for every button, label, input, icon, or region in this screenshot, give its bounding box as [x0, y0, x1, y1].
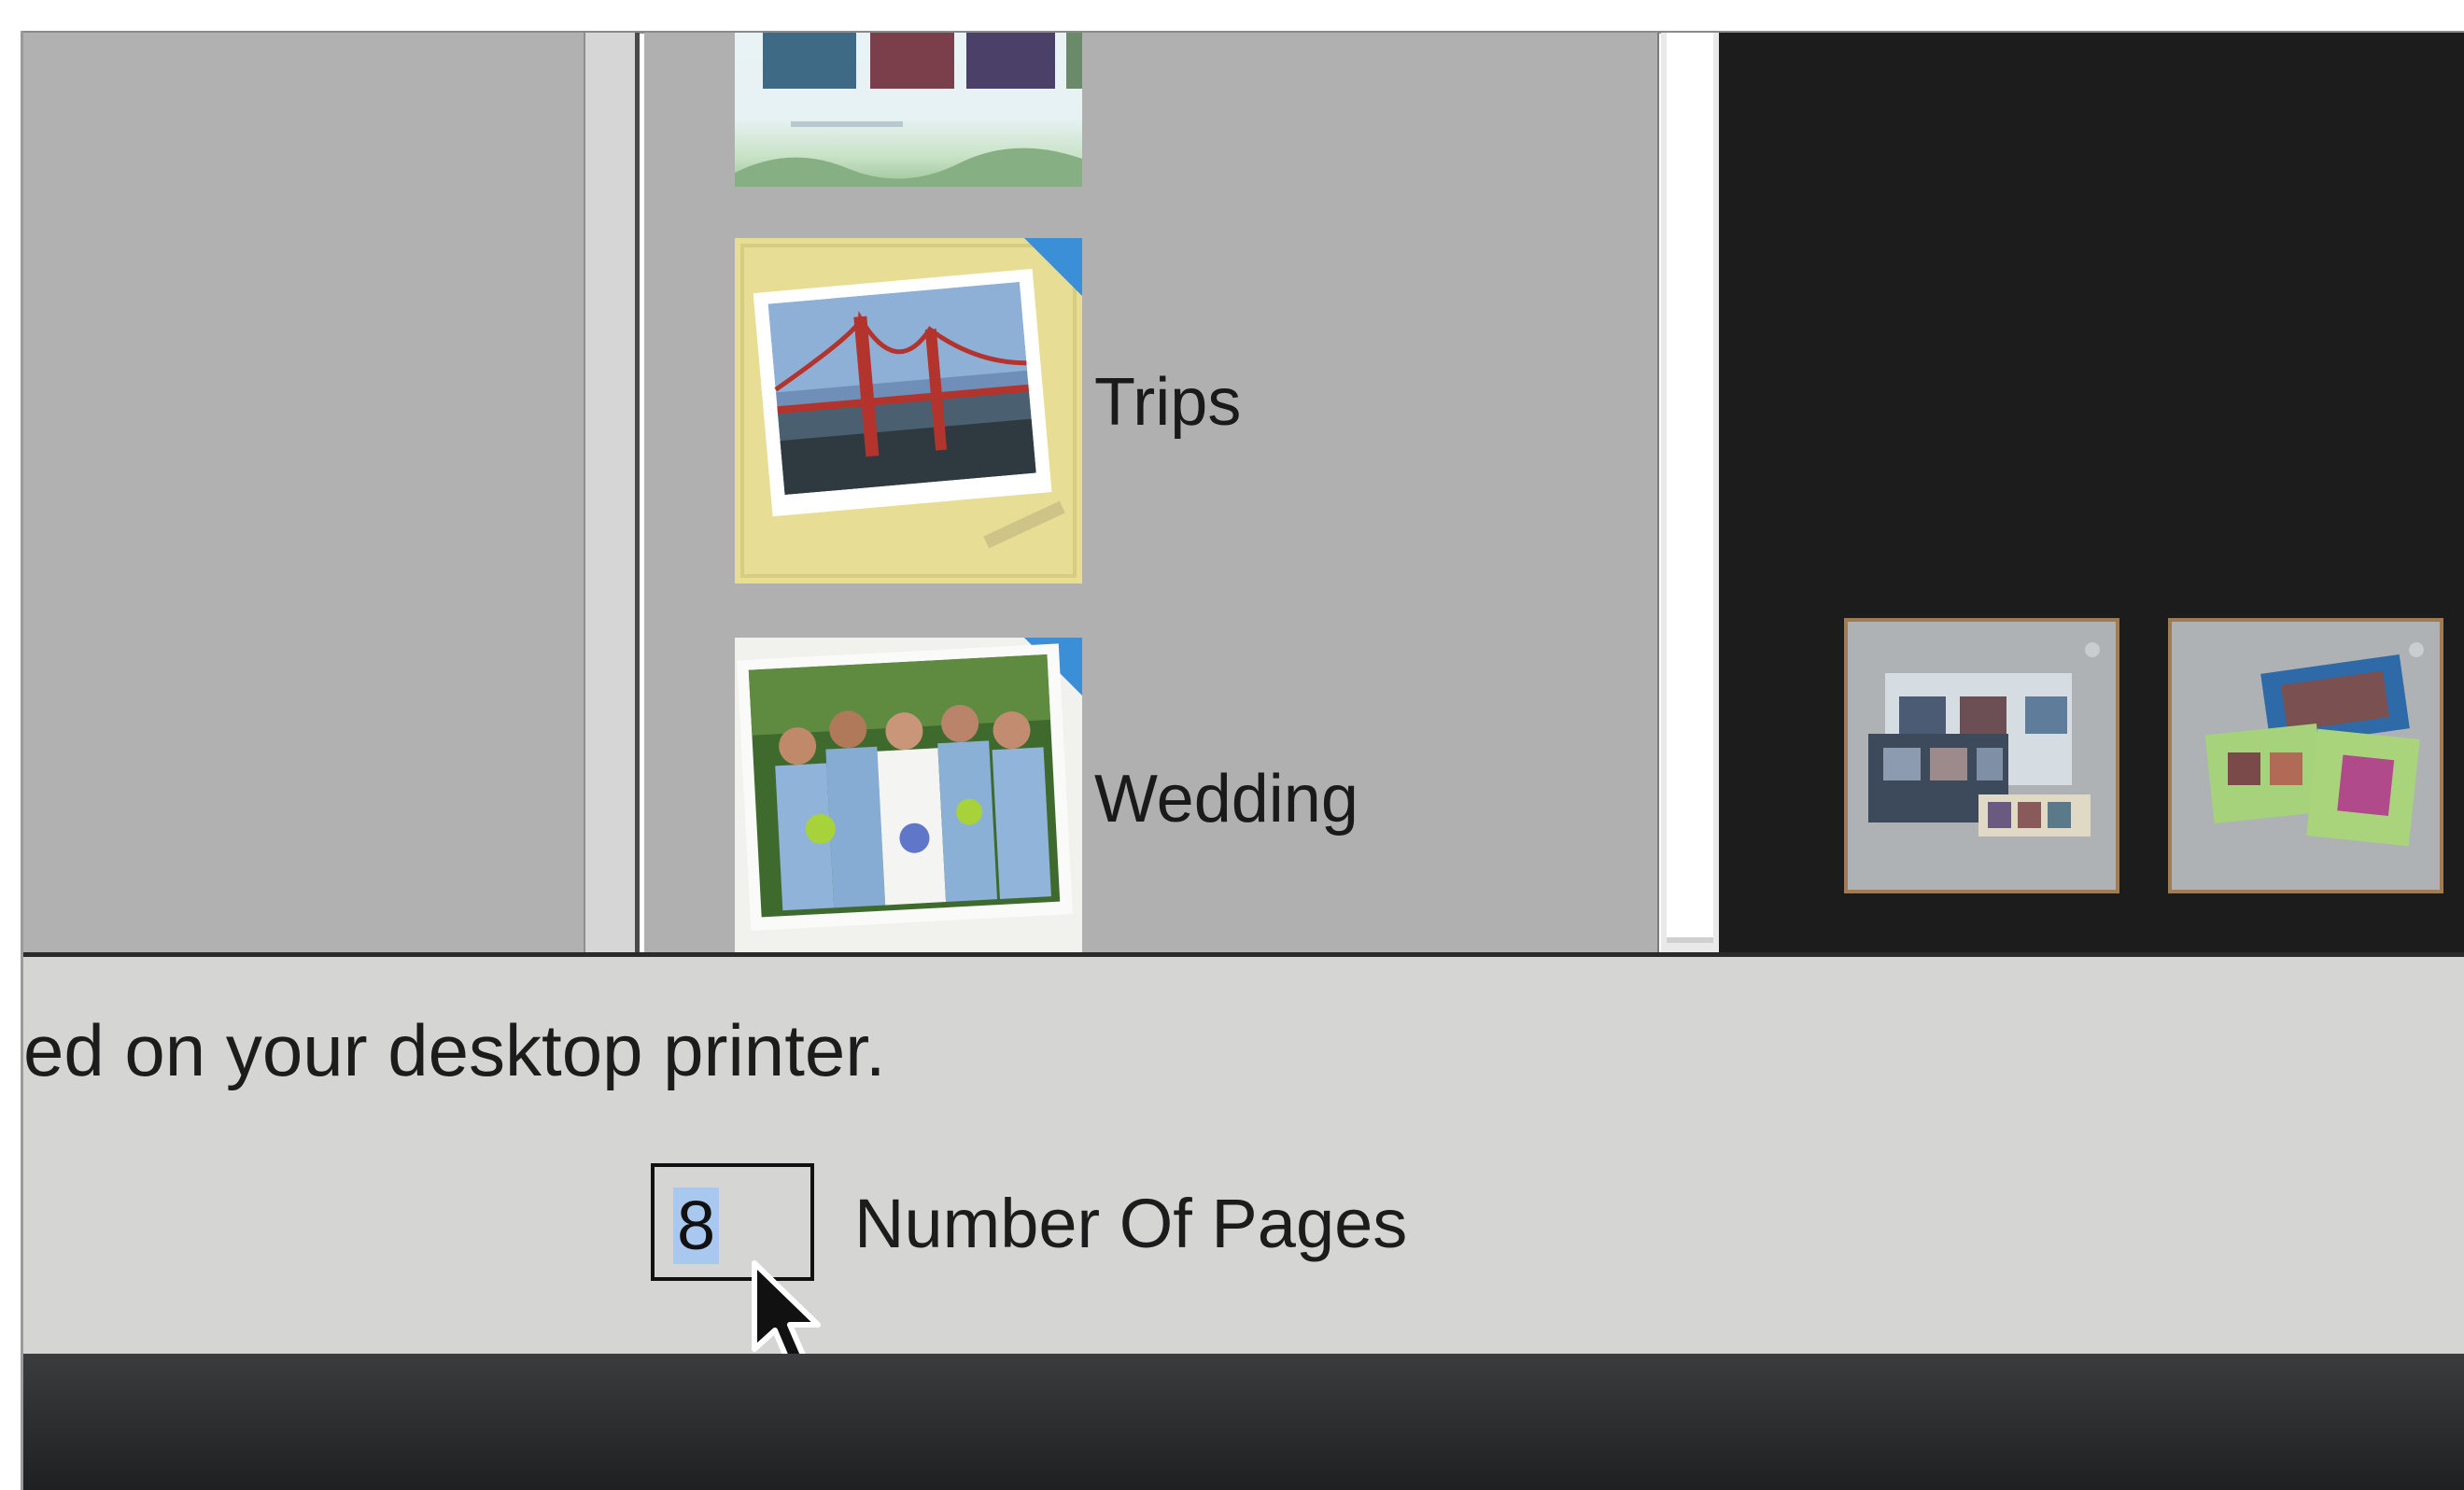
left-pane — [23, 33, 584, 952]
product-thumb-2[interactable] — [2168, 618, 2443, 893]
wedding-thumb-art — [735, 638, 1082, 952]
product-thumb-2-art — [2204, 642, 2424, 847]
theme-thumb-partial-art — [735, 33, 1082, 187]
product-thumb-1-art — [1868, 642, 2100, 836]
scrollbar-thumb[interactable] — [1667, 33, 1713, 943]
product-thumb-1[interactable] — [1844, 618, 2119, 893]
number-of-pages-value[interactable]: 8 — [673, 1188, 720, 1264]
number-of-pages-label: Number Of Pages — [854, 1185, 1408, 1262]
theme-thumb-partial[interactable] — [735, 33, 1082, 187]
description-text: ed on your desktop printer. — [23, 1009, 886, 1091]
theme-thumb-wedding[interactable] — [735, 638, 1082, 952]
pane-divider[interactable] — [584, 33, 640, 952]
preview-pane — [1719, 33, 2464, 957]
theme-label-trips[interactable]: Trips — [1094, 364, 1241, 441]
theme-label-wedding[interactable]: Wedding — [1094, 761, 1359, 837]
trips-thumb-art — [735, 238, 1082, 583]
theme-thumb-trips[interactable] — [735, 238, 1082, 583]
footer-bar — [23, 1354, 2464, 1490]
